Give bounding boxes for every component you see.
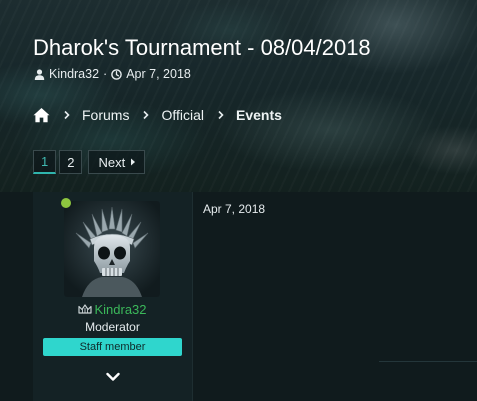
home-icon[interactable]: [33, 107, 50, 123]
chevron-down-icon: [106, 372, 120, 381]
meta-separator: ·: [103, 67, 108, 81]
breadcrumb-official[interactable]: Official: [161, 107, 204, 123]
username-row: Kindra32: [33, 302, 192, 317]
next-page-button[interactable]: Next: [88, 150, 146, 174]
post-divider: [379, 361, 477, 362]
post-user-cell: Kindra32 Moderator Staff member: [33, 192, 193, 401]
post: Kindra32 Moderator Staff member Apr 7, 2…: [0, 192, 477, 401]
post-date-link[interactable]: Apr 7, 2018: [203, 202, 265, 216]
thread-meta: Kindra32 · Apr 7, 2018: [34, 67, 191, 81]
skull-headdress-avatar-icon: [64, 201, 160, 297]
thread-date-link[interactable]: Apr 7, 2018: [126, 67, 191, 81]
user-icon: [34, 68, 45, 80]
chevron-right-icon: [63, 110, 71, 120]
next-label: Next: [98, 154, 126, 170]
online-status-indicator: [61, 198, 71, 208]
breadcrumb-forums[interactable]: Forums: [82, 107, 129, 123]
breadcrumb: Forums Official Events: [33, 107, 282, 123]
crown-icon: [78, 304, 93, 315]
page-header: Dharok's Tournament - 08/04/2018 Kindra3…: [0, 0, 477, 192]
clock-icon: [111, 68, 123, 80]
avatar[interactable]: [64, 201, 160, 297]
page-title: Dharok's Tournament - 08/04/2018: [33, 35, 371, 60]
post-content: Apr 7, 2018: [193, 192, 477, 401]
caret-right-icon: [130, 158, 136, 166]
chevron-right-icon: [217, 110, 225, 120]
user-title: Moderator: [85, 320, 140, 334]
post-author-username[interactable]: Kindra32: [94, 302, 146, 317]
page-1-button[interactable]: 1: [33, 150, 57, 174]
user-details-toggle[interactable]: [105, 370, 121, 384]
pagination: 1 2 Next: [33, 150, 148, 174]
breadcrumb-events[interactable]: Events: [236, 107, 282, 123]
thread-author-link[interactable]: Kindra32: [49, 67, 99, 81]
chevron-right-icon: [142, 110, 150, 120]
page-2-button[interactable]: 2: [59, 150, 83, 174]
staff-member-badge: Staff member: [43, 338, 182, 356]
